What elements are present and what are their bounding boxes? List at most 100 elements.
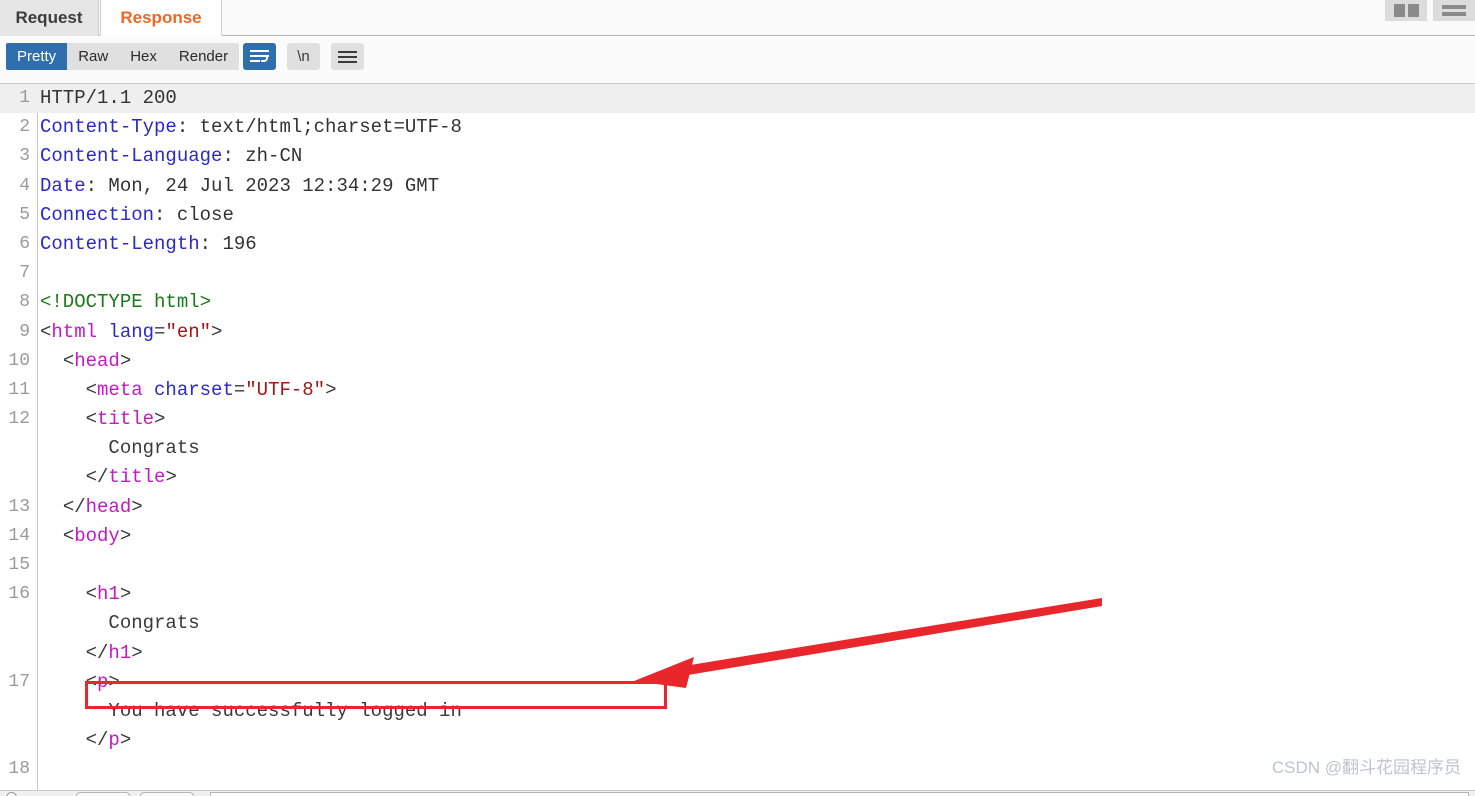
- view-mode-raw-label: Raw: [78, 48, 109, 65]
- code-line[interactable]: 14 <body>: [0, 522, 1475, 551]
- code-line[interactable]: 17 <p>: [0, 668, 1475, 697]
- line-number: 12: [8, 409, 30, 430]
- line-source: Congrats: [40, 609, 199, 638]
- code-line[interactable]: Congrats: [0, 609, 1475, 638]
- tab-response-label: Response: [120, 7, 202, 27]
- code-line[interactable]: 6 Content-Length: 196: [0, 230, 1475, 259]
- tab-request-label: Request: [15, 8, 83, 27]
- token: >: [131, 495, 143, 518]
- split-pane-left-bar: [1393, 4, 1405, 17]
- code-line[interactable]: 7: [0, 259, 1475, 288]
- token: <: [85, 583, 98, 606]
- token: Date: [40, 174, 86, 197]
- line-source: </title>: [40, 463, 177, 492]
- code-line[interactable]: 4 Date: Mon, 24 Jul 2023 12:34:29 GMT: [0, 172, 1475, 201]
- line-source: <h1>: [40, 580, 132, 609]
- line-number: 2: [19, 117, 30, 138]
- tab-request[interactable]: Request: [0, 0, 99, 36]
- response-toolbar: Pretty Raw Hex Render \n: [0, 37, 1475, 84]
- line-number: 9: [19, 321, 30, 342]
- token: Content-Type: [40, 116, 177, 139]
- token: You have successfully logged in: [108, 699, 462, 722]
- view-mode-hex[interactable]: Hex: [119, 43, 168, 70]
- code-line[interactable]: 11 <meta charset="UTF-8">: [0, 376, 1475, 405]
- code-line[interactable]: 12 <title>: [0, 405, 1475, 434]
- code-line[interactable]: 3 Content-Language: zh-CN: [0, 142, 1475, 171]
- line-source: You have successfully logged in: [40, 697, 462, 726]
- token: =: [154, 320, 166, 343]
- horizontal-lines-icon[interactable]: [1433, 0, 1475, 21]
- code-lines: 1 HTTP/1.1 200 2 Content-Type: text/html;ch…: [0, 84, 1475, 796]
- line-source: <body>: [40, 522, 131, 551]
- search-icon[interactable]: [6, 792, 17, 796]
- line-number: 3: [19, 146, 30, 167]
- code-line[interactable]: 2 Content-Type: text/html;charset=UTF-8: [0, 113, 1475, 142]
- line-number: 8: [19, 292, 30, 313]
- token: h1: [108, 641, 132, 664]
- token: >: [154, 408, 166, 431]
- search-option-b[interactable]: [140, 792, 194, 796]
- token: title: [108, 466, 166, 489]
- tab-response[interactable]: Response: [100, 0, 222, 36]
- top-right-toolbar: [1385, 0, 1475, 22]
- token: close: [176, 203, 234, 226]
- view-mode-render[interactable]: Render: [167, 43, 240, 70]
- word-wrap-icon[interactable]: [243, 43, 276, 70]
- code-line[interactable]: 8 <!DOCTYPE html>: [0, 288, 1475, 317]
- token: <: [85, 378, 98, 401]
- code-line[interactable]: 9 <html lang="en">: [0, 318, 1475, 347]
- token: <: [85, 408, 98, 431]
- hamburger-menu-icon[interactable]: [331, 43, 364, 70]
- token: <!DOCTYPE html>: [40, 291, 212, 314]
- token: meta: [97, 378, 143, 401]
- line-source: <!DOCTYPE html>: [40, 288, 211, 317]
- line-number: 7: [19, 263, 30, 284]
- token: >: [119, 583, 132, 606]
- code-line[interactable]: 16 <h1>: [0, 580, 1475, 609]
- token: Congrats: [108, 437, 200, 460]
- line-source: <meta charset="UTF-8">: [40, 376, 337, 405]
- search-bar-strip[interactable]: [0, 790, 1475, 796]
- line-source: Congrats: [40, 434, 200, 463]
- code-line[interactable]: 1 HTTP/1.1 200: [0, 84, 1475, 114]
- token: :: [176, 116, 200, 139]
- code-line[interactable]: 10 <head>: [0, 347, 1475, 376]
- line-number: 14: [8, 525, 30, 546]
- code-line[interactable]: </title>: [0, 463, 1475, 492]
- split-pane-right-bar: [1407, 4, 1419, 17]
- token: >: [211, 320, 223, 343]
- code-line[interactable]: 15: [0, 551, 1475, 580]
- token: </: [85, 641, 109, 664]
- view-mode-group: Pretty Raw Hex Render: [6, 43, 240, 70]
- view-mode-pretty[interactable]: Pretty: [6, 43, 68, 70]
- code-line[interactable]: You have successfully logged in: [0, 697, 1475, 726]
- code-line[interactable]: </p>: [0, 726, 1475, 755]
- token: p: [108, 729, 120, 752]
- line-number: 15: [8, 555, 30, 575]
- response-viewer-window: Request Response Pretty Raw Hex Render \…: [0, 0, 1475, 796]
- code-line[interactable]: 13 </head>: [0, 493, 1475, 522]
- code-line[interactable]: Congrats: [0, 434, 1475, 463]
- code-line[interactable]: </h1>: [0, 639, 1475, 668]
- split-pane-icon[interactable]: [1385, 0, 1427, 21]
- word-wrap-glyph: [250, 49, 269, 64]
- token: >: [119, 524, 132, 547]
- line-source: <title>: [40, 405, 166, 434]
- token: :: [199, 232, 223, 255]
- line-source: Content-Language: zh-CN: [40, 142, 302, 171]
- code-line[interactable]: 18: [0, 755, 1475, 784]
- code-line[interactable]: 5 Connection: close: [0, 201, 1475, 230]
- search-input[interactable]: [210, 792, 1469, 796]
- view-mode-pretty-label: Pretty: [17, 48, 57, 65]
- token: head: [85, 495, 132, 518]
- token: :: [85, 174, 109, 197]
- view-mode-raw[interactable]: Raw: [67, 43, 120, 70]
- search-option-a[interactable]: [76, 792, 130, 796]
- token: >: [131, 641, 143, 664]
- watermark: CSDN @翻斗花园程序员: [1271, 758, 1461, 777]
- line-source: </h1>: [40, 639, 143, 668]
- newline-icon[interactable]: \n: [287, 43, 320, 70]
- line-number: 17: [8, 671, 30, 692]
- response-body-editor[interactable]: 1 HTTP/1.1 200 2 Content-Type: text/html;ch…: [0, 84, 1475, 796]
